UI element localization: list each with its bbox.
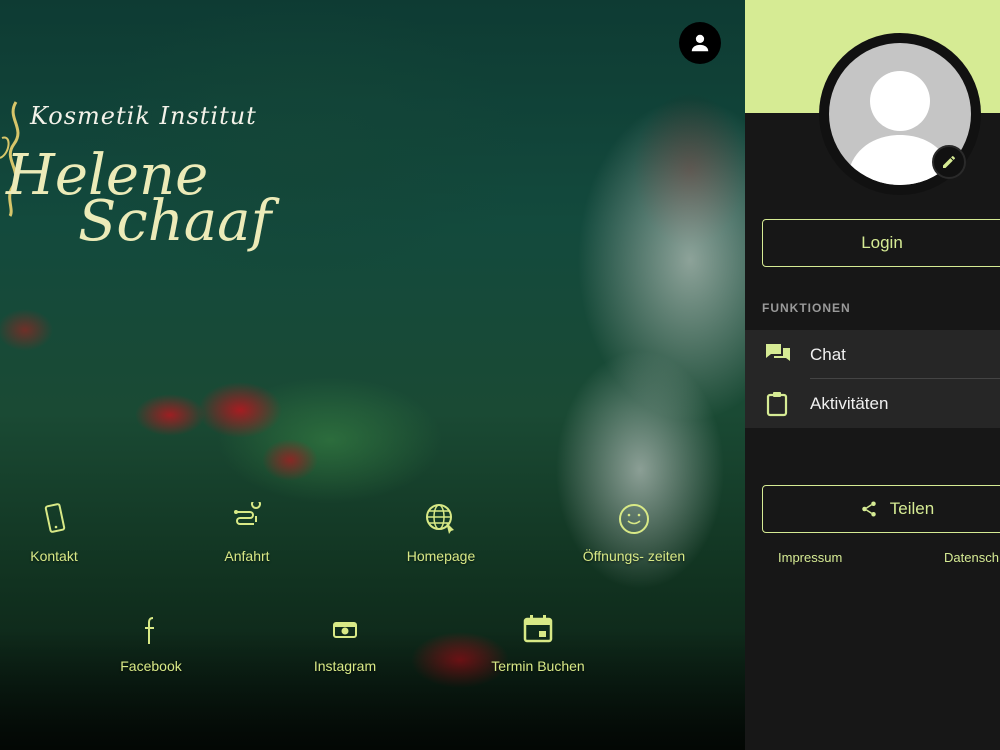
brand-name-last: Schaaf [78, 189, 272, 254]
camera-icon [333, 622, 357, 638]
clipboard-icon [766, 392, 788, 417]
tile-anfahrt[interactable]: Anfahrt [207, 502, 287, 564]
menu-item-label: Chat [810, 344, 846, 364]
tile-label: Kontakt [30, 548, 78, 564]
share-label: Teilen [889, 499, 935, 518]
share-icon [862, 501, 876, 517]
pencil-icon [943, 155, 955, 168]
tile-facebook[interactable]: Facebook [110, 612, 192, 674]
web-icon [426, 504, 454, 534]
user-icon [691, 34, 709, 52]
route-icon [234, 502, 261, 525]
share-button[interactable]: Teilen [762, 485, 1000, 533]
menu-item-chat[interactable]: Chat [745, 330, 1000, 379]
menu-item-label: Aktivitäten [810, 393, 889, 413]
side-panel: Login FUNKTIONEN Chat Aktivitäten Teilen [745, 0, 1000, 750]
impressum-link[interactable]: Impressum [778, 550, 842, 565]
tile-homepage[interactable]: Homepage [400, 502, 482, 564]
tile-label: Instagram [313, 658, 377, 674]
facebook-icon [145, 617, 154, 644]
calendar-icon [523, 615, 553, 643]
tile-oeffnungszeiten[interactable]: Öffnungs- zeiten [574, 502, 694, 564]
chat-icon [766, 344, 790, 361]
brand-logo: Kosmetik Institut Helene Schaaf [0, 90, 310, 265]
tile-label: Öffnungs- zeiten [582, 548, 686, 564]
tile-label: Termin Buchen [491, 658, 585, 674]
tile-termin-buchen[interactable]: Termin Buchen [482, 612, 594, 674]
datenschutz-link[interactable]: Datensch [944, 550, 999, 565]
brand-subtitle: Kosmetik Institut [30, 102, 257, 130]
tile-label: Homepage [406, 548, 476, 564]
phone-icon [44, 503, 66, 533]
tile-kontakt[interactable]: Kontakt [14, 502, 94, 564]
hero-background: Kosmetik Institut Helene Schaaf Kontakt … [0, 0, 745, 750]
tile-instagram[interactable]: Instagram [304, 612, 386, 674]
clock-icon [619, 504, 649, 534]
edit-avatar-button[interactable] [932, 145, 966, 179]
menu-item-aktivitaeten[interactable]: Aktivitäten [745, 379, 1000, 428]
login-label: Login [861, 233, 903, 252]
function-menu: Chat Aktivitäten [745, 330, 1000, 428]
user-account-button[interactable] [679, 22, 721, 64]
tile-label: Facebook [120, 658, 182, 674]
login-button[interactable]: Login [762, 219, 1000, 267]
tile-label: Anfahrt [224, 548, 270, 564]
section-header-funktionen: FUNKTIONEN [762, 301, 851, 315]
